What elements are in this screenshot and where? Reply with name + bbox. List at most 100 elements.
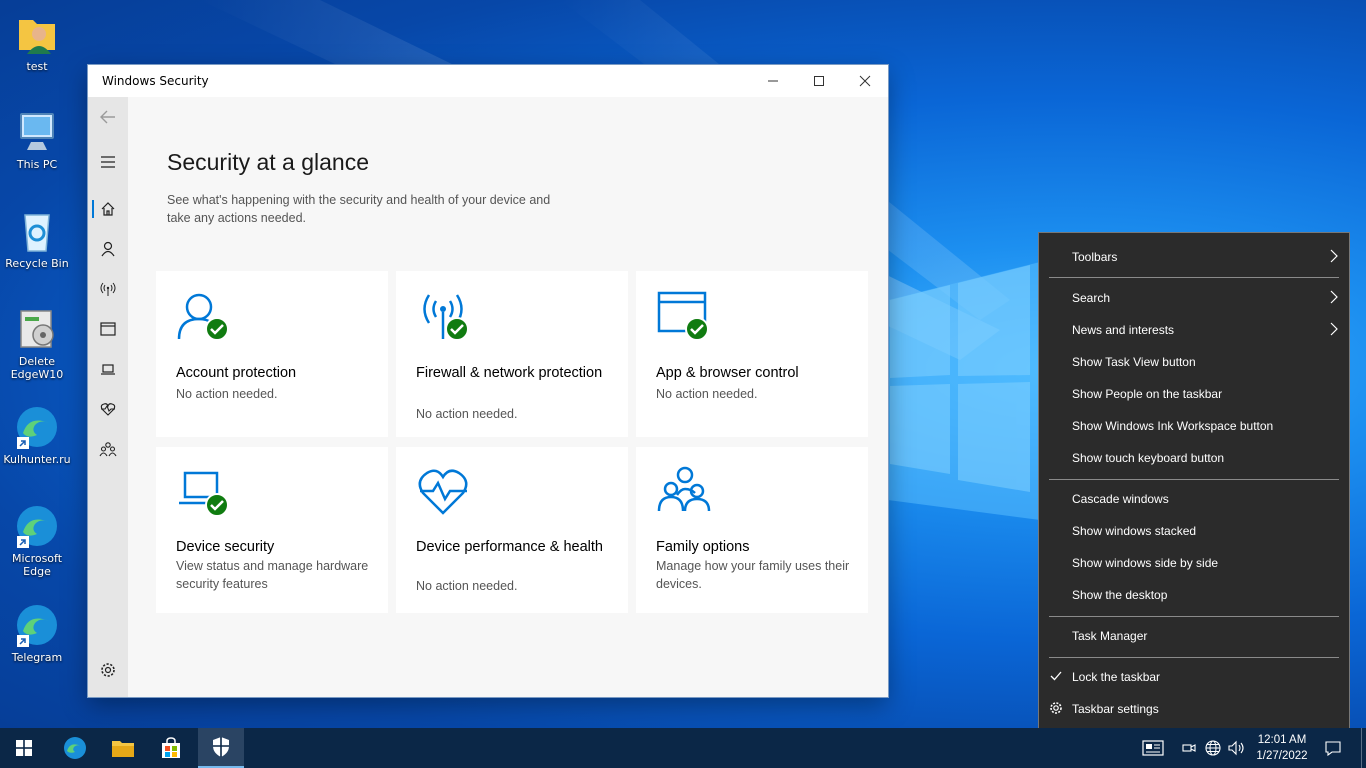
gear-icon <box>1050 702 1062 714</box>
menu-item-task-manager[interactable]: Task Manager <box>1039 620 1349 652</box>
installer-icon <box>20 310 54 348</box>
taskbar-edge[interactable] <box>52 728 98 768</box>
menu-item-label: Show Windows Ink Workspace button <box>1072 419 1274 433</box>
edge-icon <box>17 506 57 548</box>
taskbar-file-explorer[interactable] <box>100 728 146 768</box>
start-button[interactable] <box>0 728 48 768</box>
tile-status: No action needed. <box>416 407 518 421</box>
tile-firewall[interactable]: Firewall & network protection No action … <box>396 271 628 437</box>
nav-account-protection[interactable] <box>88 231 128 267</box>
desktop-icon-this-pc[interactable]: This PC <box>2 108 72 171</box>
chevron-right-icon <box>1330 290 1338 304</box>
menu-item-side-by-side[interactable]: Show windows side by side <box>1039 547 1349 579</box>
menu-item-search[interactable]: Search <box>1039 282 1349 314</box>
shield-icon <box>213 737 229 757</box>
desktop-icon-label: Delete EdgeW10 <box>10 355 64 381</box>
menu-item-cascade[interactable]: Cascade windows <box>1039 483 1349 515</box>
desktop-icon-label: Telegram <box>11 651 63 664</box>
firewall-icon <box>423 294 469 341</box>
computer-icon <box>20 113 54 150</box>
menu-item-toolbars[interactable]: Toolbars <box>1039 241 1349 273</box>
checkmark-icon <box>1050 671 1062 681</box>
news-interests-button[interactable] <box>1138 728 1168 768</box>
taskbar[interactable] <box>0 728 1366 768</box>
nav-device-performance[interactable] <box>88 391 128 427</box>
taskbar-clock[interactable]: 12:01 AM 1/27/2022 <box>1244 732 1320 764</box>
tile-family-options[interactable]: Family options Manage how your family us… <box>636 447 868 613</box>
heart-pulse-icon <box>100 403 116 416</box>
menu-item-people[interactable]: Show People on the taskbar <box>1039 378 1349 410</box>
menu-item-lock-taskbar[interactable]: Lock the taskbar <box>1039 661 1349 693</box>
edge-icon <box>17 605 57 647</box>
menu-item-stacked[interactable]: Show windows stacked <box>1039 515 1349 547</box>
account-icon <box>177 293 229 341</box>
tile-app-browser[interactable]: App & browser control No action needed. <box>636 271 868 437</box>
back-button[interactable] <box>88 99 128 135</box>
laptop-icon <box>101 364 115 375</box>
navigation-sidebar <box>88 97 128 697</box>
back-arrow-icon <box>100 110 115 124</box>
action-center-button[interactable] <box>1320 728 1346 768</box>
nav-app-browser[interactable] <box>88 311 128 347</box>
tile-title: App & browser control <box>656 365 799 381</box>
clock-date: 1/27/2022 <box>1256 750 1308 762</box>
notification-icon <box>1325 741 1341 756</box>
user-folder-icon <box>19 20 55 54</box>
nav-settings[interactable] <box>88 652 128 688</box>
menu-item-show-desktop[interactable]: Show the desktop <box>1039 579 1349 611</box>
menu-item-label: Taskbar settings <box>1072 702 1159 716</box>
desktop-icon-microsoft-edge[interactable]: Microsoft Edge <box>2 502 72 578</box>
menu-separator <box>1049 277 1339 278</box>
menu-item-label: Lock the taskbar <box>1072 670 1161 684</box>
desktop-icon-telegram[interactable]: Telegram <box>2 601 72 664</box>
gear-icon <box>101 663 115 677</box>
tile-status: View status and manage hardware security… <box>176 559 369 591</box>
menu-item-task-view[interactable]: Show Task View button <box>1039 346 1349 378</box>
menu-item-ink-workspace[interactable]: Show Windows Ink Workspace button <box>1039 410 1349 442</box>
show-desktop-button[interactable] <box>1361 728 1366 768</box>
taskbar-windows-security[interactable] <box>198 728 244 768</box>
menu-separator <box>1049 616 1339 617</box>
tile-title: Device security <box>176 539 275 555</box>
menu-item-label: Show the desktop <box>1072 588 1168 602</box>
desktop-icon-delete-edge[interactable]: Delete EdgeW10 <box>2 305 72 381</box>
tile-device-security[interactable]: Device security View status and manage h… <box>156 447 388 613</box>
tile-account-protection[interactable]: Account protection No action needed. <box>156 271 388 437</box>
maximize-button[interactable] <box>796 65 842 97</box>
home-icon <box>101 202 115 216</box>
nav-family-options[interactable] <box>88 431 128 467</box>
person-icon <box>101 241 115 257</box>
recycle-bin-icon <box>24 214 50 252</box>
close-button[interactable] <box>842 65 888 97</box>
window-title: Windows Security <box>102 74 209 88</box>
desktop-icon-test[interactable]: test <box>2 10 72 73</box>
taskbar-store[interactable] <box>148 728 194 768</box>
folder-icon <box>112 741 134 757</box>
hamburger-menu-button[interactable] <box>88 144 128 180</box>
nav-home[interactable] <box>88 191 128 227</box>
menu-item-taskbar-settings[interactable]: Taskbar settings <box>1039 693 1349 725</box>
news-icon <box>1142 740 1164 756</box>
desktop-icon-recycle-bin[interactable]: Recycle Bin <box>2 207 72 270</box>
menu-item-label: Toolbars <box>1072 250 1118 264</box>
family-icon <box>99 442 117 457</box>
close-icon <box>859 75 871 87</box>
menu-separator <box>1049 479 1339 480</box>
desktop-icon-kulhunter[interactable]: Kulhunter.ru <box>2 403 72 466</box>
title-bar[interactable]: Windows Security <box>88 65 888 97</box>
browser-window-icon <box>100 322 116 336</box>
menu-item-touch-keyboard[interactable]: Show touch keyboard button <box>1039 442 1349 474</box>
nav-firewall[interactable] <box>88 271 128 307</box>
minimize-button[interactable] <box>750 65 796 97</box>
menu-item-label: Show People on the taskbar <box>1072 387 1223 401</box>
windows-security-window: Windows Security Security at a glance Se… <box>88 65 888 697</box>
menu-item-label: Search <box>1072 291 1111 305</box>
taskbar-context-menu: Toolbars Search News and interests Show … <box>1038 232 1350 733</box>
meet-now-button[interactable] <box>1178 728 1200 768</box>
nav-device-security[interactable] <box>88 351 128 387</box>
tile-status: Manage how your family uses their device… <box>656 559 850 591</box>
menu-item-news-interests[interactable]: News and interests <box>1039 314 1349 346</box>
tile-device-performance[interactable]: Device performance & health No action ne… <box>396 447 628 613</box>
edge-icon <box>64 737 86 759</box>
network-button[interactable] <box>1202 728 1224 768</box>
